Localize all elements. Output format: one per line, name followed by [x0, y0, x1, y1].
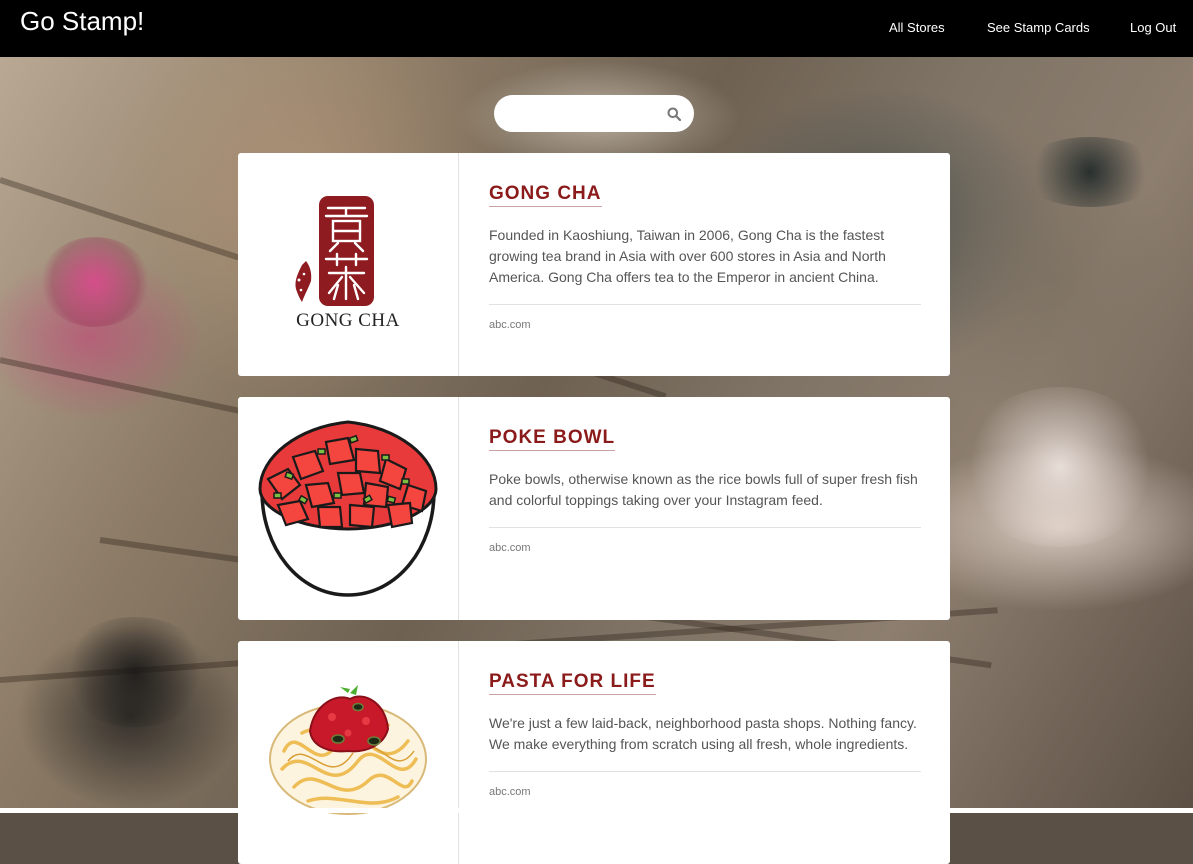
search-icon[interactable] — [667, 107, 681, 121]
gong-cha-logo-text: GONG CHA — [296, 310, 400, 331]
search-input[interactable] — [508, 103, 662, 125]
store-description: Founded in Kaoshiung, Taiwan in 2006, Go… — [489, 227, 886, 285]
store-image — [238, 641, 459, 864]
divider — [489, 771, 921, 772]
search-bar — [494, 95, 694, 132]
store-card-gong-cha[interactable]: GONG CHA GONG CHA Founded in Kaoshiung, … — [238, 153, 950, 376]
store-link[interactable]: abc.com — [489, 319, 921, 331]
poke-bowl-illustration — [258, 420, 438, 597]
brand-logo[interactable]: Go Stamp! — [20, 6, 144, 37]
store-card-pasta-for-life[interactable]: PASTA FOR LIFE We're just a few laid-bac… — [238, 641, 950, 864]
store-image — [238, 397, 459, 620]
store-description: Poke bowls, otherwise known as the rice … — [489, 471, 918, 508]
store-card-poke-bowl[interactable]: POKE BOWL Poke bowls, otherwise known as… — [238, 397, 950, 620]
top-navbar: Go Stamp! All Stores See Stamp Cards Log… — [0, 0, 1193, 57]
store-name[interactable]: GONG CHA — [489, 183, 602, 207]
gong-cha-logo — [295, 196, 374, 306]
store-name[interactable]: PASTA FOR LIFE — [489, 671, 656, 695]
divider — [489, 304, 921, 305]
store-image: GONG CHA — [238, 153, 459, 376]
store-description: We're just a few laid-back, neighborhood… — [489, 715, 917, 752]
nav-log-out[interactable]: Log Out — [1130, 20, 1176, 35]
nav-all-stores[interactable]: All Stores — [889, 20, 945, 35]
store-link[interactable]: abc.com — [489, 786, 921, 798]
pasta-plate-illustration — [269, 685, 427, 815]
divider — [489, 527, 921, 528]
store-name[interactable]: POKE BOWL — [489, 427, 616, 451]
page-bottom-strip — [0, 808, 1193, 813]
nav-see-stamp-cards[interactable]: See Stamp Cards — [987, 20, 1090, 35]
store-link[interactable]: abc.com — [489, 542, 921, 554]
